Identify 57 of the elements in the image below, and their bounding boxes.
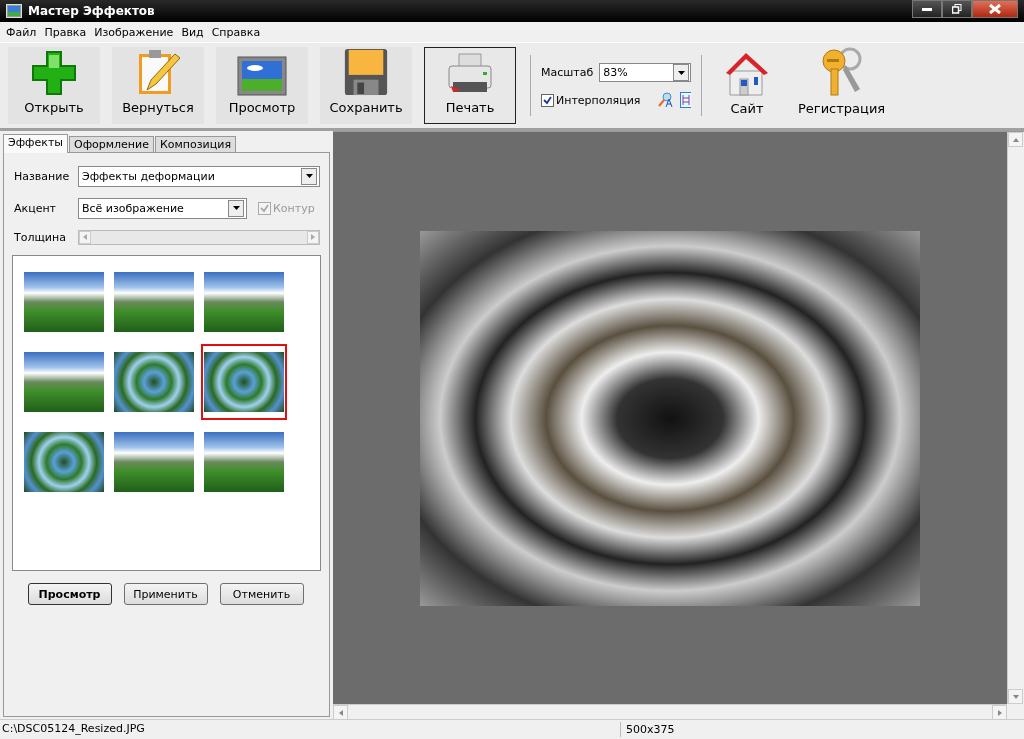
arrow-icon <box>1012 137 1019 142</box>
dropdown[interactable]: Эффекты деформации <box>78 165 320 187</box>
toolbar-button[interactable]: Печать <box>424 47 516 124</box>
keys-icon <box>819 47 864 97</box>
dialog-button[interactable]: Применить <box>123 583 208 605</box>
menu-item[interactable]: Файл <box>2 25 41 39</box>
zoom-label: Масштаб <box>541 66 594 79</box>
arrow-icon <box>997 709 1002 716</box>
restore-icon <box>952 4 962 14</box>
zoom-dropdown[interactable]: 83% <box>599 63 691 82</box>
plus-icon <box>31 50 77 96</box>
menu-item[interactable]: Вид <box>177 25 208 39</box>
restore-button[interactable] <box>942 0 972 18</box>
toolbar-button[interactable]: Сохранить <box>320 47 412 124</box>
document-icon[interactable] <box>679 92 691 108</box>
close-icon <box>989 4 1001 14</box>
checkmark-icon <box>543 95 552 105</box>
minimize-button[interactable] <box>912 0 942 18</box>
field-label: Толщина <box>13 230 67 244</box>
vertical-scrollbar[interactable] <box>1007 132 1024 704</box>
dialog-button[interactable]: Отменить <box>219 583 304 605</box>
arrow-icon <box>83 234 87 240</box>
arrow-icon <box>311 234 315 240</box>
toolbar-button[interactable]: Открыть <box>8 47 100 124</box>
file-path: C:\DSC05124_Resized.JPG <box>0 722 621 737</box>
horizontal-scrollbar[interactable] <box>333 704 1007 719</box>
effect-thumbnail[interactable] <box>201 344 287 420</box>
image-size: 500x375 <box>625 723 675 736</box>
app-icon <box>6 4 22 18</box>
arrow-icon <box>338 709 343 716</box>
tab[interactable]: Эффекты <box>3 134 68 153</box>
checkmark-icon <box>260 203 269 213</box>
dialog-button[interactable]: Просмотр <box>27 583 112 605</box>
close-button[interactable] <box>972 0 1018 18</box>
minimize-icon <box>922 7 932 11</box>
landscape-picture-icon <box>237 56 287 96</box>
caret-down-icon <box>677 70 685 75</box>
field-label: Акцент <box>13 201 58 215</box>
menu-item[interactable]: Изображение <box>90 25 178 39</box>
magnifier-text-icon[interactable] <box>658 92 674 108</box>
window-title: Мастер Эффектов <box>28 4 156 18</box>
toolbar-link[interactable]: Регистрация <box>790 47 894 124</box>
field-label: Название <box>13 169 71 183</box>
interpolation-checkbox[interactable]: Интерполяция <box>541 93 641 107</box>
toolbar-button[interactable]: Просмотр <box>216 47 308 124</box>
toolbar-button[interactable]: Вернуться <box>112 47 204 124</box>
menu-item[interactable]: Справка <box>207 25 265 39</box>
caret-down-icon <box>305 174 313 178</box>
scroll-button[interactable] <box>1008 132 1023 147</box>
tab[interactable]: Оформление <box>69 136 154 152</box>
tab[interactable]: Композиция <box>155 136 236 152</box>
caret-down-icon <box>232 206 240 210</box>
dropdown[interactable]: Всё изображение <box>78 197 247 219</box>
toolbar-link[interactable]: Сайт <box>716 47 778 124</box>
arrow-icon <box>1012 694 1019 699</box>
scroll-button[interactable] <box>1008 689 1023 704</box>
menu-item[interactable]: Правка <box>40 25 91 39</box>
